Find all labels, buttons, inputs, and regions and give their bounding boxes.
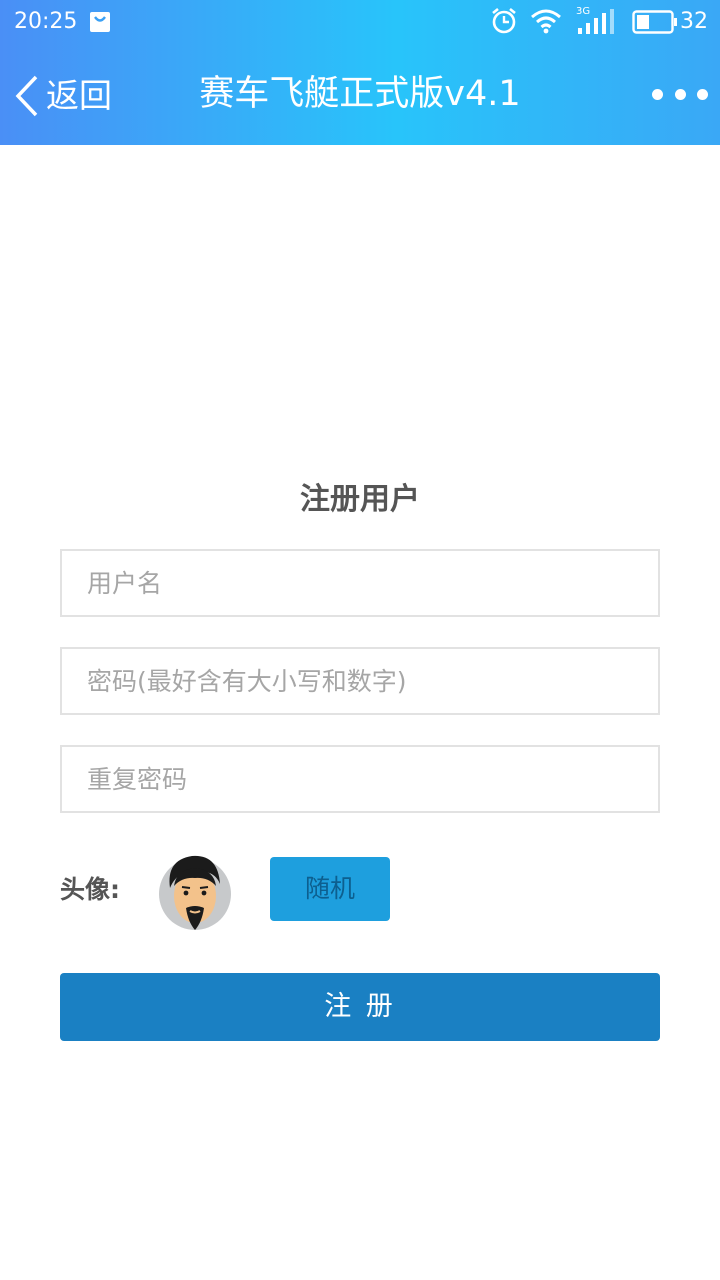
status-bar: 20:25 3G 32 xyxy=(0,0,720,46)
username-input[interactable] xyxy=(60,549,660,617)
back-button[interactable]: 返回 xyxy=(12,68,112,124)
more-dots-icon[interactable] xyxy=(652,76,708,112)
back-chevron-icon xyxy=(15,75,38,117)
avatar xyxy=(159,855,231,930)
battery-icon xyxy=(632,10,677,34)
random-avatar-button[interactable]: 随机 xyxy=(270,857,390,921)
more-dot xyxy=(697,88,708,100)
battery-level: 32 xyxy=(680,9,708,34)
confirm-password-input[interactable] xyxy=(60,745,660,813)
alarm-clock-icon xyxy=(492,7,516,34)
more-dot xyxy=(652,88,663,100)
shopping-bag-icon xyxy=(90,12,110,32)
form-title: 注册用户 xyxy=(300,482,420,517)
nav-bar: 返回 赛车飞艇正式版v4.1 xyxy=(0,46,720,145)
back-label: 返回 xyxy=(46,76,112,115)
app-header: 20:25 3G 32 返回 赛车飞艇正式版v4.1 xyxy=(0,0,720,145)
password-input[interactable] xyxy=(60,647,660,715)
register-button[interactable]: 注 册 xyxy=(60,973,660,1041)
wifi-icon xyxy=(531,9,561,34)
more-dot xyxy=(674,88,686,100)
status-time: 20:25 xyxy=(14,9,78,34)
cellular-signal-icon: 3G xyxy=(576,6,616,36)
avatar-label: 头像: xyxy=(60,875,120,904)
